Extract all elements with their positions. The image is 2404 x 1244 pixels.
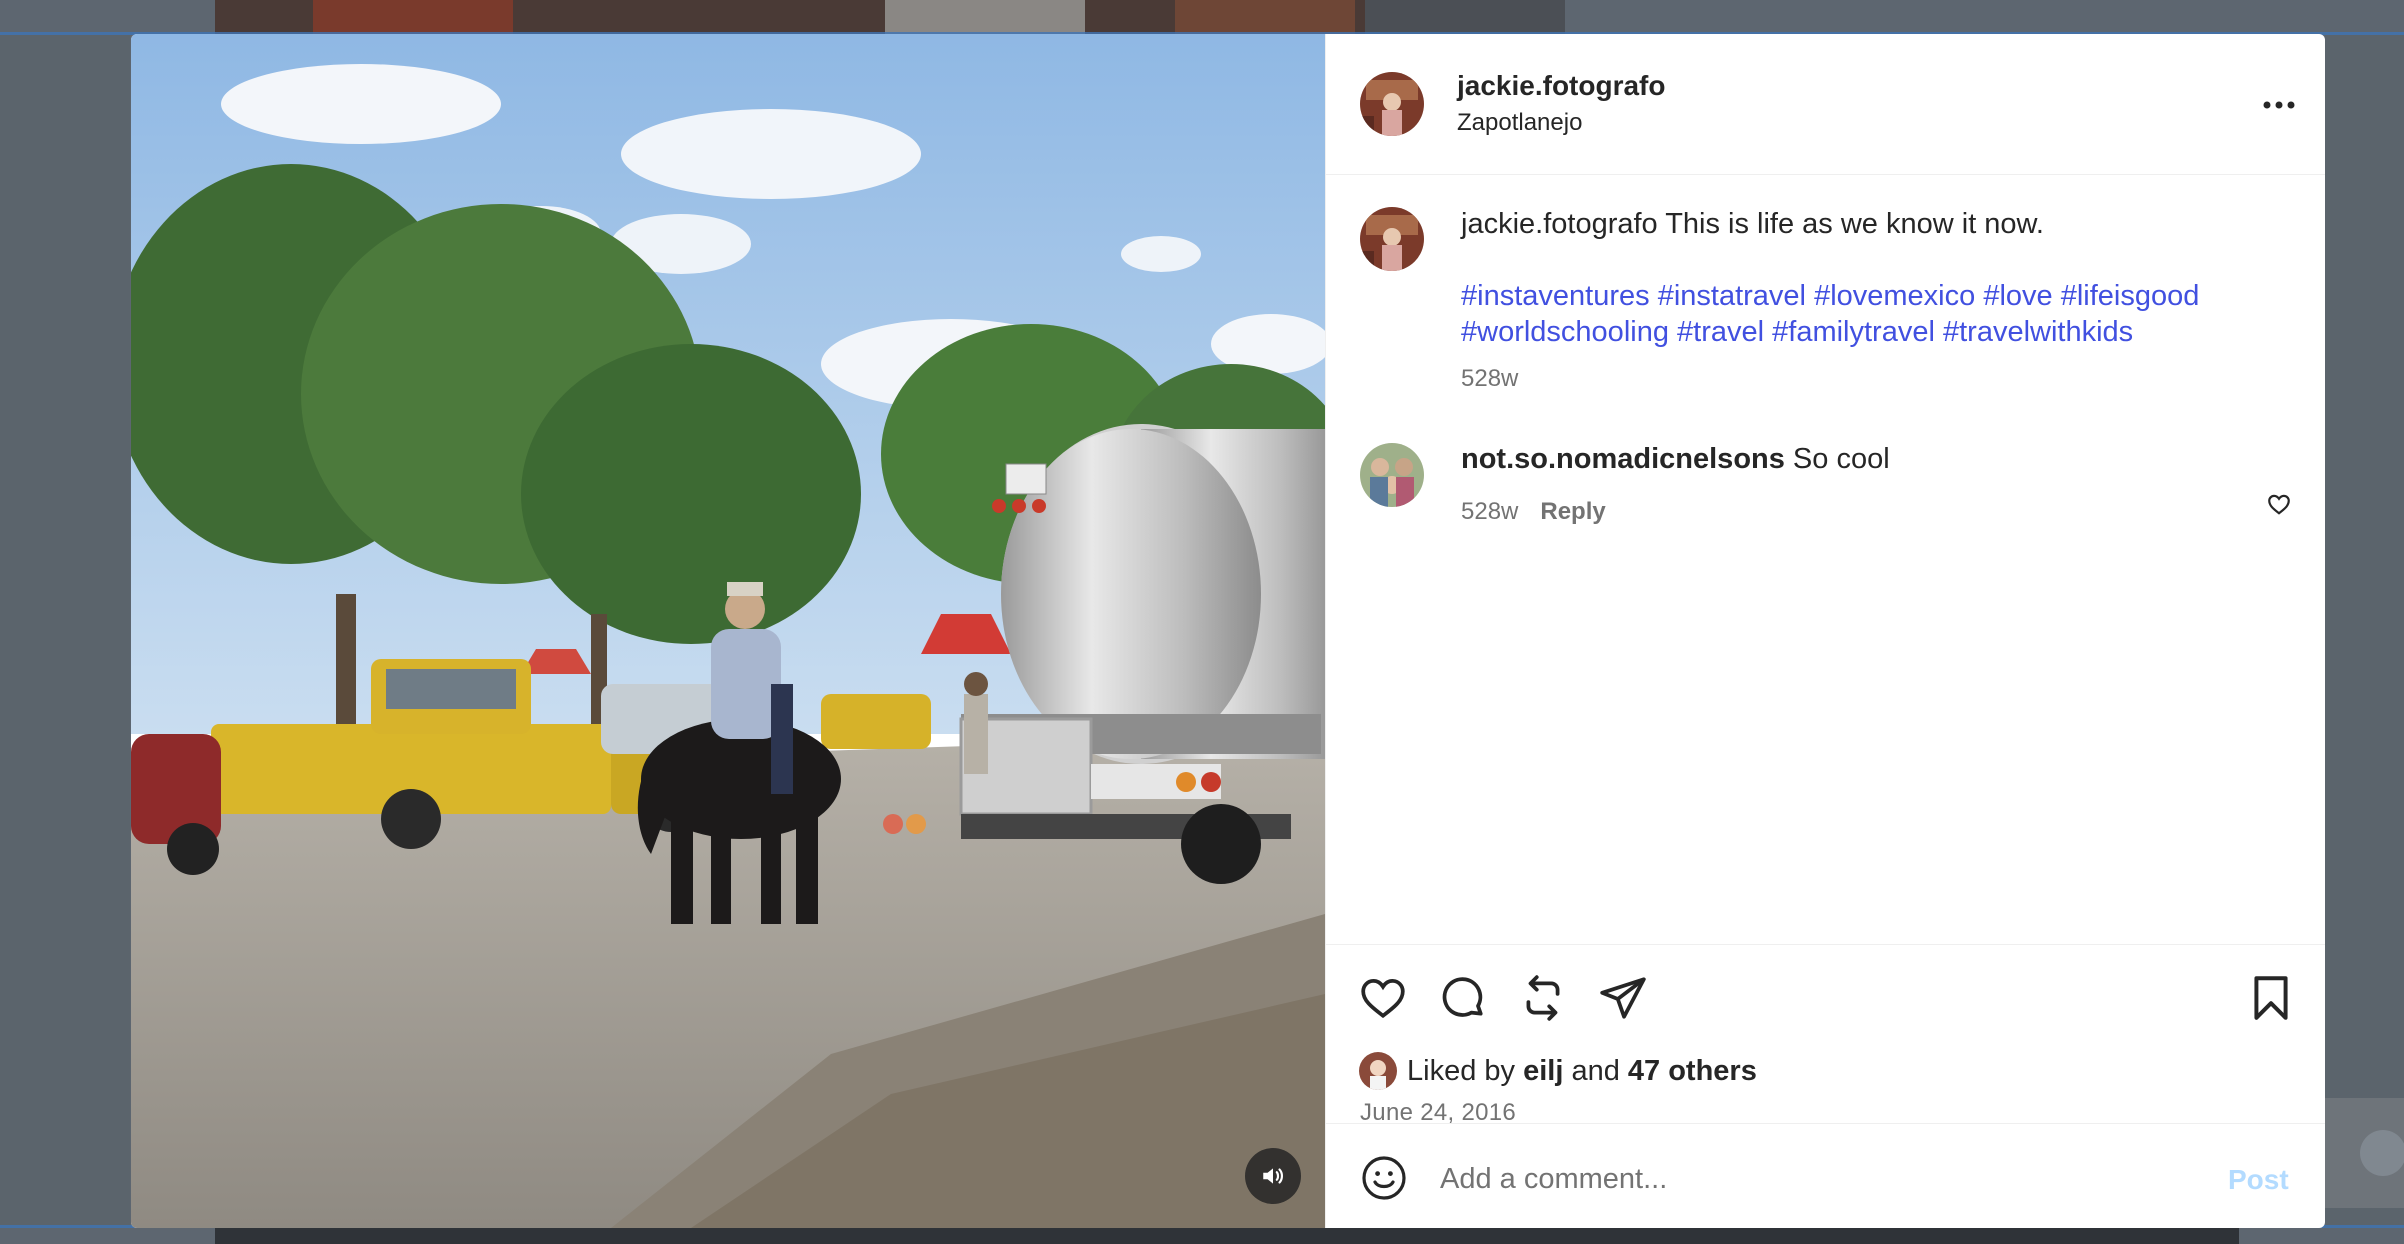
comment-input[interactable] [1438,1154,2182,1204]
hashtag-link[interactable]: #travel [1677,316,1764,348]
background-post-thumbnails-top [215,0,1565,34]
liker-avatar[interactable] [1359,1052,1397,1090]
post-actions [1326,944,2325,1065]
hashtag-link[interactable]: #travelwithkids [1943,316,2133,348]
caption-author-avatar[interactable] [1360,207,1424,271]
comment-username[interactable]: not.so.nomadicnelsons [1461,443,1785,475]
post-video[interactable] [131,34,1325,1228]
more-options-button[interactable] [2256,90,2302,120]
liker-username[interactable]: eilj [1523,1055,1563,1088]
background-left-area [0,34,130,1228]
hashtag-link[interactable]: #lifeisgood [2061,280,2200,312]
post-modal: jackie.fotografo Zapotlanejo jackie.foto… [131,34,2325,1228]
likes-connector: and [1563,1054,1628,1087]
post-details-panel: jackie.fotografo Zapotlanejo jackie.foto… [1325,34,2325,1228]
hashtag-link[interactable]: #lovemexico [1814,280,1975,312]
author-avatar[interactable] [1360,72,1424,136]
comment-meta: 528w Reply [1461,498,1606,526]
commenter-avatar[interactable] [1360,443,1424,507]
speaker-icon [1263,1168,1284,1184]
repost-icon [1526,975,1560,1021]
caption-username[interactable]: jackie.fotografo [1461,208,1658,240]
share-button[interactable] [1598,973,1648,1023]
mute-toggle-button[interactable] [1245,1148,1301,1204]
hashtag-link[interactable]: #instaventures [1461,280,1650,312]
heart-icon [1361,979,1405,1019]
emoji-button[interactable] [1360,1154,1408,1202]
hashtag-link[interactable]: #instatravel [1658,280,1806,312]
repost-button[interactable] [1518,973,1568,1023]
hashtag-link[interactable]: #love [1983,280,2052,312]
share-paper-plane-icon [1600,977,1646,1019]
caption-hashtags: #instaventures #instatravel #lovemexico … [1461,278,2281,350]
comment-timestamp[interactable]: 528w [1461,498,1518,525]
comments-section: jackie.fotografo This is life as we know… [1326,175,2325,944]
hashtag-link[interactable]: #familytravel [1772,316,1935,348]
comment-text: So cool [1784,443,1890,475]
likes-prefix: Liked by [1407,1054,1524,1087]
background-post-thumbnails-bottom [215,1228,2239,1244]
reply-button[interactable]: Reply [1540,498,1605,525]
save-button[interactable] [2246,973,2296,1023]
post-header: jackie.fotografo Zapotlanejo [1326,34,2325,175]
more-horizontal-icon [2263,101,2295,109]
comment-like-button[interactable] [2266,491,2292,517]
post-location[interactable]: Zapotlanejo [1457,109,1582,137]
bookmark-icon [2254,976,2288,1020]
background-avatar [2360,1130,2404,1176]
caption-text: This is life as we know it now. [1657,208,2044,240]
comment-button[interactable] [1438,973,1488,1023]
video-frame-image [131,34,1325,1228]
caption-timestamp[interactable]: 528w [1461,365,1518,393]
comment-bubble-icon [1442,977,1483,1017]
like-button[interactable] [1358,973,1408,1023]
author-username[interactable]: jackie.fotografo [1457,70,1665,102]
emoji-smile-icon [1362,1156,1406,1200]
hashtag-link[interactable]: #worldschooling [1461,316,1669,348]
heart-icon [2268,494,2290,515]
add-comment-bar: Post [1326,1123,2325,1228]
background-right-area [2325,34,2404,1228]
comment: not.so.nomadicnelsons So cool [1461,443,1890,476]
likes-others-link[interactable]: 47 others [1628,1055,1757,1088]
post-comment-button[interactable]: Post [2228,1164,2289,1196]
caption: jackie.fotografo This is life as we know… [1461,208,2044,241]
likes-summary: Liked by eilj and 47 others [1359,1052,1757,1090]
